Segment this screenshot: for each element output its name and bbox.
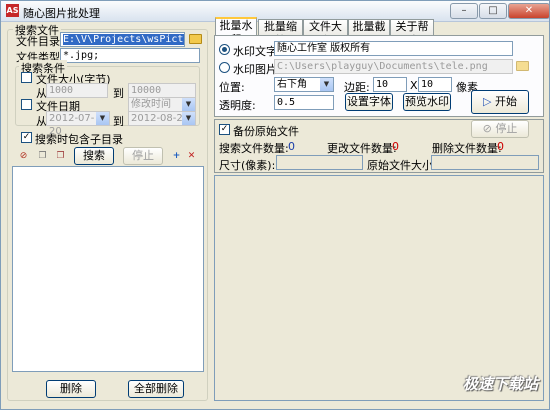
tab-resize[interactable]: 批量缩放	[258, 19, 303, 47]
backup-label: 备份原始文件	[233, 125, 299, 138]
backup-checkbox[interactable]: ✓	[219, 124, 230, 135]
opacity-input[interactable]: 0.5	[274, 95, 334, 110]
tab-about[interactable]: 关于帮助	[390, 19, 434, 47]
watermark-image-input[interactable]: C:\Users\playguy\Documents\tele.png	[274, 59, 513, 74]
margin-x-input[interactable]: 10	[373, 77, 407, 92]
search-count-value: 0	[288, 140, 295, 153]
date-from-picker[interactable]: 2012-07-20 ▼	[46, 111, 110, 137]
preview-watermark-button[interactable]: 预览水印	[403, 93, 451, 111]
add-icon[interactable]: +	[171, 151, 182, 162]
include-sub-label: 搜索时包含子目录	[35, 133, 123, 146]
include-sub-checkbox[interactable]: ✓	[21, 132, 32, 143]
remove-icon[interactable]: ✕	[186, 151, 197, 162]
position-select[interactable]: 右下角 ▼	[274, 77, 334, 92]
change-count-label: 更改文件数量:	[327, 142, 397, 155]
change-count-value: 0	[392, 140, 399, 153]
paste-icon[interactable]: ❐	[55, 151, 66, 162]
preview-area	[214, 175, 544, 401]
dir-label: 文件目录:	[16, 35, 64, 48]
dimension-label: 尺寸(像素):	[219, 159, 276, 172]
watermark-text-input[interactable]: 随心工作室 版权所有	[274, 41, 513, 56]
copy-icon[interactable]: ❐	[37, 151, 48, 162]
search-button[interactable]: 搜索	[74, 147, 114, 165]
set-font-button[interactable]: 设置字体	[345, 93, 393, 111]
size-checkbox[interactable]	[21, 72, 32, 83]
margin-y-input[interactable]: 10	[418, 77, 452, 92]
chevron-down-icon: ▼	[96, 112, 109, 125]
tab-crop[interactable]: 批量截取	[348, 19, 390, 47]
stop-icon: ⊘	[482, 122, 492, 135]
delete-count-value: 0	[497, 140, 504, 153]
date-to-label: 到	[113, 115, 124, 128]
browse-image-icon[interactable]	[516, 61, 529, 71]
chevron-down-icon: ▼	[320, 78, 333, 91]
size-to-label: 到	[113, 87, 124, 100]
text-watermark-radio[interactable]	[219, 44, 230, 55]
play-icon: ▷	[483, 95, 492, 108]
date-checkbox[interactable]	[21, 99, 32, 110]
brand-watermark: 极速下载站	[463, 375, 539, 393]
tab-watermark[interactable]: 批量水印	[215, 17, 257, 46]
stop-search-button[interactable]: 停止	[123, 147, 163, 165]
position-label: 位置:	[219, 81, 245, 94]
window-title: 随心图片批处理	[23, 7, 100, 20]
open-folder-icon[interactable]	[189, 34, 202, 44]
app-icon: AS	[6, 4, 19, 17]
orig-size-label: 原始文件大小:	[367, 159, 437, 172]
minimize-button[interactable]: –	[450, 3, 478, 19]
dir-input[interactable]: E:\V\Projects\wsPicture	[60, 32, 185, 47]
tab-file-size[interactable]: 文件大小	[303, 19, 348, 47]
opacity-label: 透明度:	[219, 99, 256, 112]
orig-size-field	[431, 155, 539, 170]
chevron-down-icon: ▼	[182, 98, 195, 111]
margin-sep: X	[410, 79, 418, 92]
chevron-down-icon: ▼	[182, 112, 195, 125]
size-to-input[interactable]: 10000	[128, 83, 196, 98]
delete-button[interactable]: 删除	[46, 380, 96, 398]
stop-process-button[interactable]: ⊘ 停止	[471, 120, 529, 138]
start-button[interactable]: ▷ 开始	[471, 90, 529, 114]
app-window: AS 随心图片批处理 – □ ✕ 搜索文件 文件目录: E:\V\Project…	[0, 0, 550, 410]
search-count-label: 搜索文件数量:	[219, 142, 289, 155]
file-type-input[interactable]: *.jpg;	[60, 48, 200, 63]
date-mode-select[interactable]: 修改时间 ▼	[128, 97, 196, 112]
delete-all-button[interactable]: 全部删除	[128, 380, 184, 398]
close-button[interactable]: ✕	[508, 3, 550, 19]
date-to-picker[interactable]: 2012-08-20 ▼	[128, 111, 196, 126]
delete-count-label: 删除文件数量:	[432, 142, 502, 155]
dimension-field	[276, 155, 363, 170]
file-list[interactable]	[12, 166, 204, 372]
size-from-input[interactable]: 1000	[46, 83, 108, 98]
image-watermark-radio[interactable]	[219, 62, 230, 73]
maximize-button[interactable]: □	[479, 3, 507, 19]
select-icon[interactable]: ⊘	[18, 151, 29, 162]
